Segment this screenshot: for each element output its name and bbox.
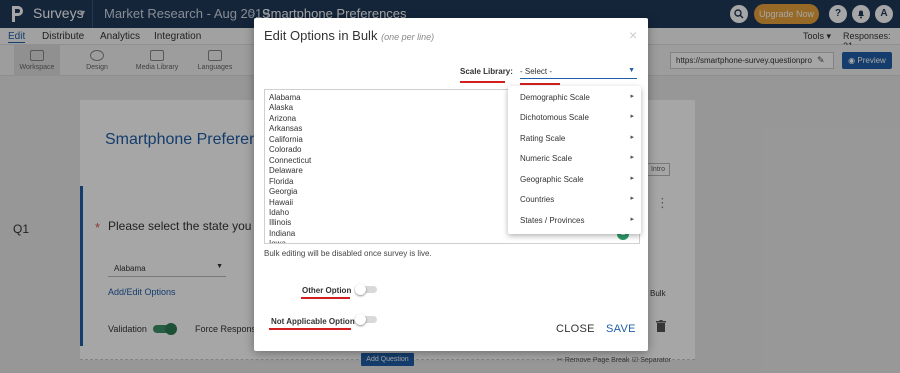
bulk-option-line: Iowa: [269, 239, 286, 244]
dropdown-item-label: Countries: [520, 195, 555, 204]
bulk-option-line: Colorado: [269, 145, 302, 155]
highlight-underline: [520, 83, 560, 85]
bulk-option-line: Hawaii: [269, 197, 294, 207]
bulk-option-line: California: [269, 134, 303, 144]
bulk-editing-note: Bulk editing will be disabled once surve…: [264, 249, 432, 258]
save-button[interactable]: SAVE: [606, 323, 636, 335]
dropdown-item-label: Geographic Scale: [520, 175, 584, 184]
dropdown-item-numeric-scale[interactable]: Numeric Scale ▸: [508, 148, 641, 168]
chevron-right-icon: ▸: [630, 113, 634, 120]
dropdown-item-countries[interactable]: Countries ▸: [508, 189, 641, 209]
bulk-option-line: Florida: [269, 176, 294, 186]
scale-select-value: - Select -: [520, 67, 553, 76]
bulk-option-line: Illinois: [269, 218, 292, 228]
other-option-toggle[interactable]: [355, 284, 377, 295]
highlight-underline: [269, 328, 351, 330]
chevron-right-icon: ▸: [630, 195, 634, 202]
bulk-option-line: Arkansas: [269, 124, 303, 134]
bulk-option-line: Georgia: [269, 187, 298, 197]
chevron-right-icon: ▸: [630, 134, 634, 141]
highlight-underline: [301, 297, 350, 299]
bulk-option-line: Alabama: [269, 93, 301, 102]
bulk-option-line: Connecticut: [269, 155, 312, 165]
dropdown-item-geographic-scale[interactable]: Geographic Scale ▸: [508, 169, 641, 189]
chevron-down-icon: ▼: [628, 67, 635, 74]
dropdown-item-label: Rating Scale: [520, 134, 566, 143]
scale-library-dropdown: Demographic Scale ▸ Dichotomous Scale ▸ Ra…: [508, 86, 641, 234]
dropdown-item-label: Demographic Scale: [520, 93, 590, 102]
dropdown-item-label: States / Provinces: [520, 216, 585, 225]
bulk-option-line: Arizona: [269, 113, 297, 123]
modal-subtitle: (one per line): [381, 32, 435, 42]
close-icon[interactable]: ×: [629, 27, 637, 43]
bulk-options-list: Alabama Alaska Arizona Arkansas California Co…: [269, 93, 312, 244]
modal-title: Edit Options in Bulk (one per line): [264, 28, 434, 43]
dropdown-item-label: Dichotomous Scale: [520, 113, 589, 122]
bulk-option-line: Indiana: [269, 228, 296, 238]
chevron-right-icon: ▸: [630, 93, 634, 100]
bulk-option-line: Delaware: [269, 166, 303, 176]
scale-library-select[interactable]: - Select - ▼: [520, 65, 637, 79]
dropdown-item-demographic-scale[interactable]: Demographic Scale ▸: [508, 87, 641, 107]
not-applicable-option-toggle[interactable]: [355, 314, 377, 325]
chevron-right-icon: ▸: [630, 216, 634, 223]
close-button[interactable]: CLOSE: [556, 323, 595, 335]
dropdown-item-label: Numeric Scale: [520, 154, 573, 163]
other-option-label: Other Option: [302, 286, 352, 295]
bulk-option-line: Idaho: [269, 207, 290, 217]
chevron-right-icon: ▸: [630, 175, 634, 182]
modal-title-text: Edit Options in Bulk: [264, 28, 378, 43]
chevron-right-icon: ▸: [630, 154, 634, 161]
scale-library-label: Scale Library:: [460, 67, 513, 76]
dropdown-item-dichotomous-scale[interactable]: Dichotomous Scale ▸: [508, 107, 641, 127]
not-applicable-option-label: Not Applicable Option: [271, 317, 355, 326]
dropdown-item-states-provinces[interactable]: States / Provinces ▸: [508, 210, 641, 230]
highlight-underline: [460, 81, 505, 83]
dropdown-item-rating-scale[interactable]: Rating Scale ▸: [508, 128, 641, 148]
bulk-option-line: Alaska: [269, 103, 294, 113]
